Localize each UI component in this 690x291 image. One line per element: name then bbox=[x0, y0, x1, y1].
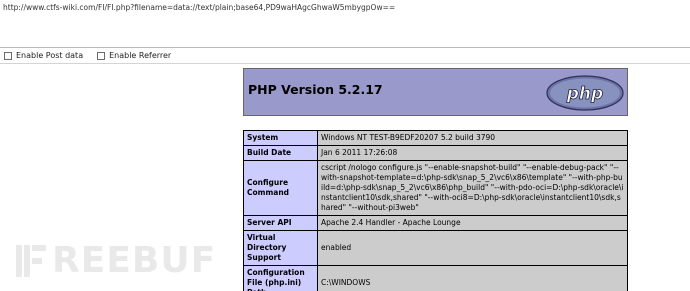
table-row: System Windows NT TEST-B9EDF20207 5.2 bu… bbox=[243, 130, 628, 146]
php-logo-text: php bbox=[566, 84, 603, 104]
row-value: Windows NT TEST-B9EDF20207 5.2 build 379… bbox=[317, 130, 628, 146]
freebuf-watermark: REEBUF bbox=[14, 240, 216, 281]
row-value: cscript /nologo configure.js "--enable-s… bbox=[317, 160, 628, 216]
enable-referrer-label: Enable Referrer bbox=[109, 51, 172, 60]
enable-post-data-checkbox[interactable] bbox=[4, 51, 12, 60]
table-row: Build Date Jan 6 2011 17:26:08 bbox=[243, 145, 628, 161]
php-version-header: PHP Version 5.2.17 php bbox=[243, 68, 628, 116]
row-value: enabled bbox=[317, 230, 628, 266]
table-row: Virtual Directory Support enabled bbox=[243, 230, 628, 266]
enable-post-data-label: Enable Post data bbox=[16, 51, 84, 60]
php-logo-icon: php bbox=[546, 75, 624, 111]
watermark-text: REEBUF bbox=[52, 240, 217, 281]
table-row: Configure Command cscript /nologo config… bbox=[243, 160, 628, 216]
url-textarea[interactable]: http://www.ctfs-wiki.com/FI/FI.php?filen… bbox=[0, 0, 690, 48]
row-key: Server API bbox=[243, 215, 318, 231]
row-key: Configuration File (php.ini) Path bbox=[243, 265, 318, 291]
row-value: Apache 2.4 Handler - Apache Lounge bbox=[317, 215, 628, 231]
row-key: System bbox=[243, 130, 318, 146]
url-value[interactable]: http://www.ctfs-wiki.com/FI/FI.php?filen… bbox=[3, 3, 687, 12]
enable-post-data-option[interactable]: Enable Post data bbox=[4, 51, 83, 60]
hackbar-options: Enable Post data Enable Referrer bbox=[0, 48, 690, 64]
row-value: Jan 6 2011 17:26:08 bbox=[317, 145, 628, 161]
phpinfo-table: System Windows NT TEST-B9EDF20207 5.2 bu… bbox=[243, 130, 628, 291]
enable-referrer-option[interactable]: Enable Referrer bbox=[97, 51, 171, 60]
table-row: Server API Apache 2.4 Handler - Apache L… bbox=[243, 215, 628, 231]
row-key: Build Date bbox=[243, 145, 318, 161]
php-version-title: PHP Version 5.2.17 bbox=[248, 82, 383, 97]
table-row: Configuration File (php.ini) Path C:\WIN… bbox=[243, 265, 628, 291]
row-key: Virtual Directory Support bbox=[243, 230, 318, 266]
freebuf-logo-icon bbox=[16, 244, 46, 277]
row-value: C:\WINDOWS bbox=[317, 265, 628, 291]
row-key: Configure Command bbox=[243, 160, 318, 216]
enable-referrer-checkbox[interactable] bbox=[97, 51, 106, 60]
